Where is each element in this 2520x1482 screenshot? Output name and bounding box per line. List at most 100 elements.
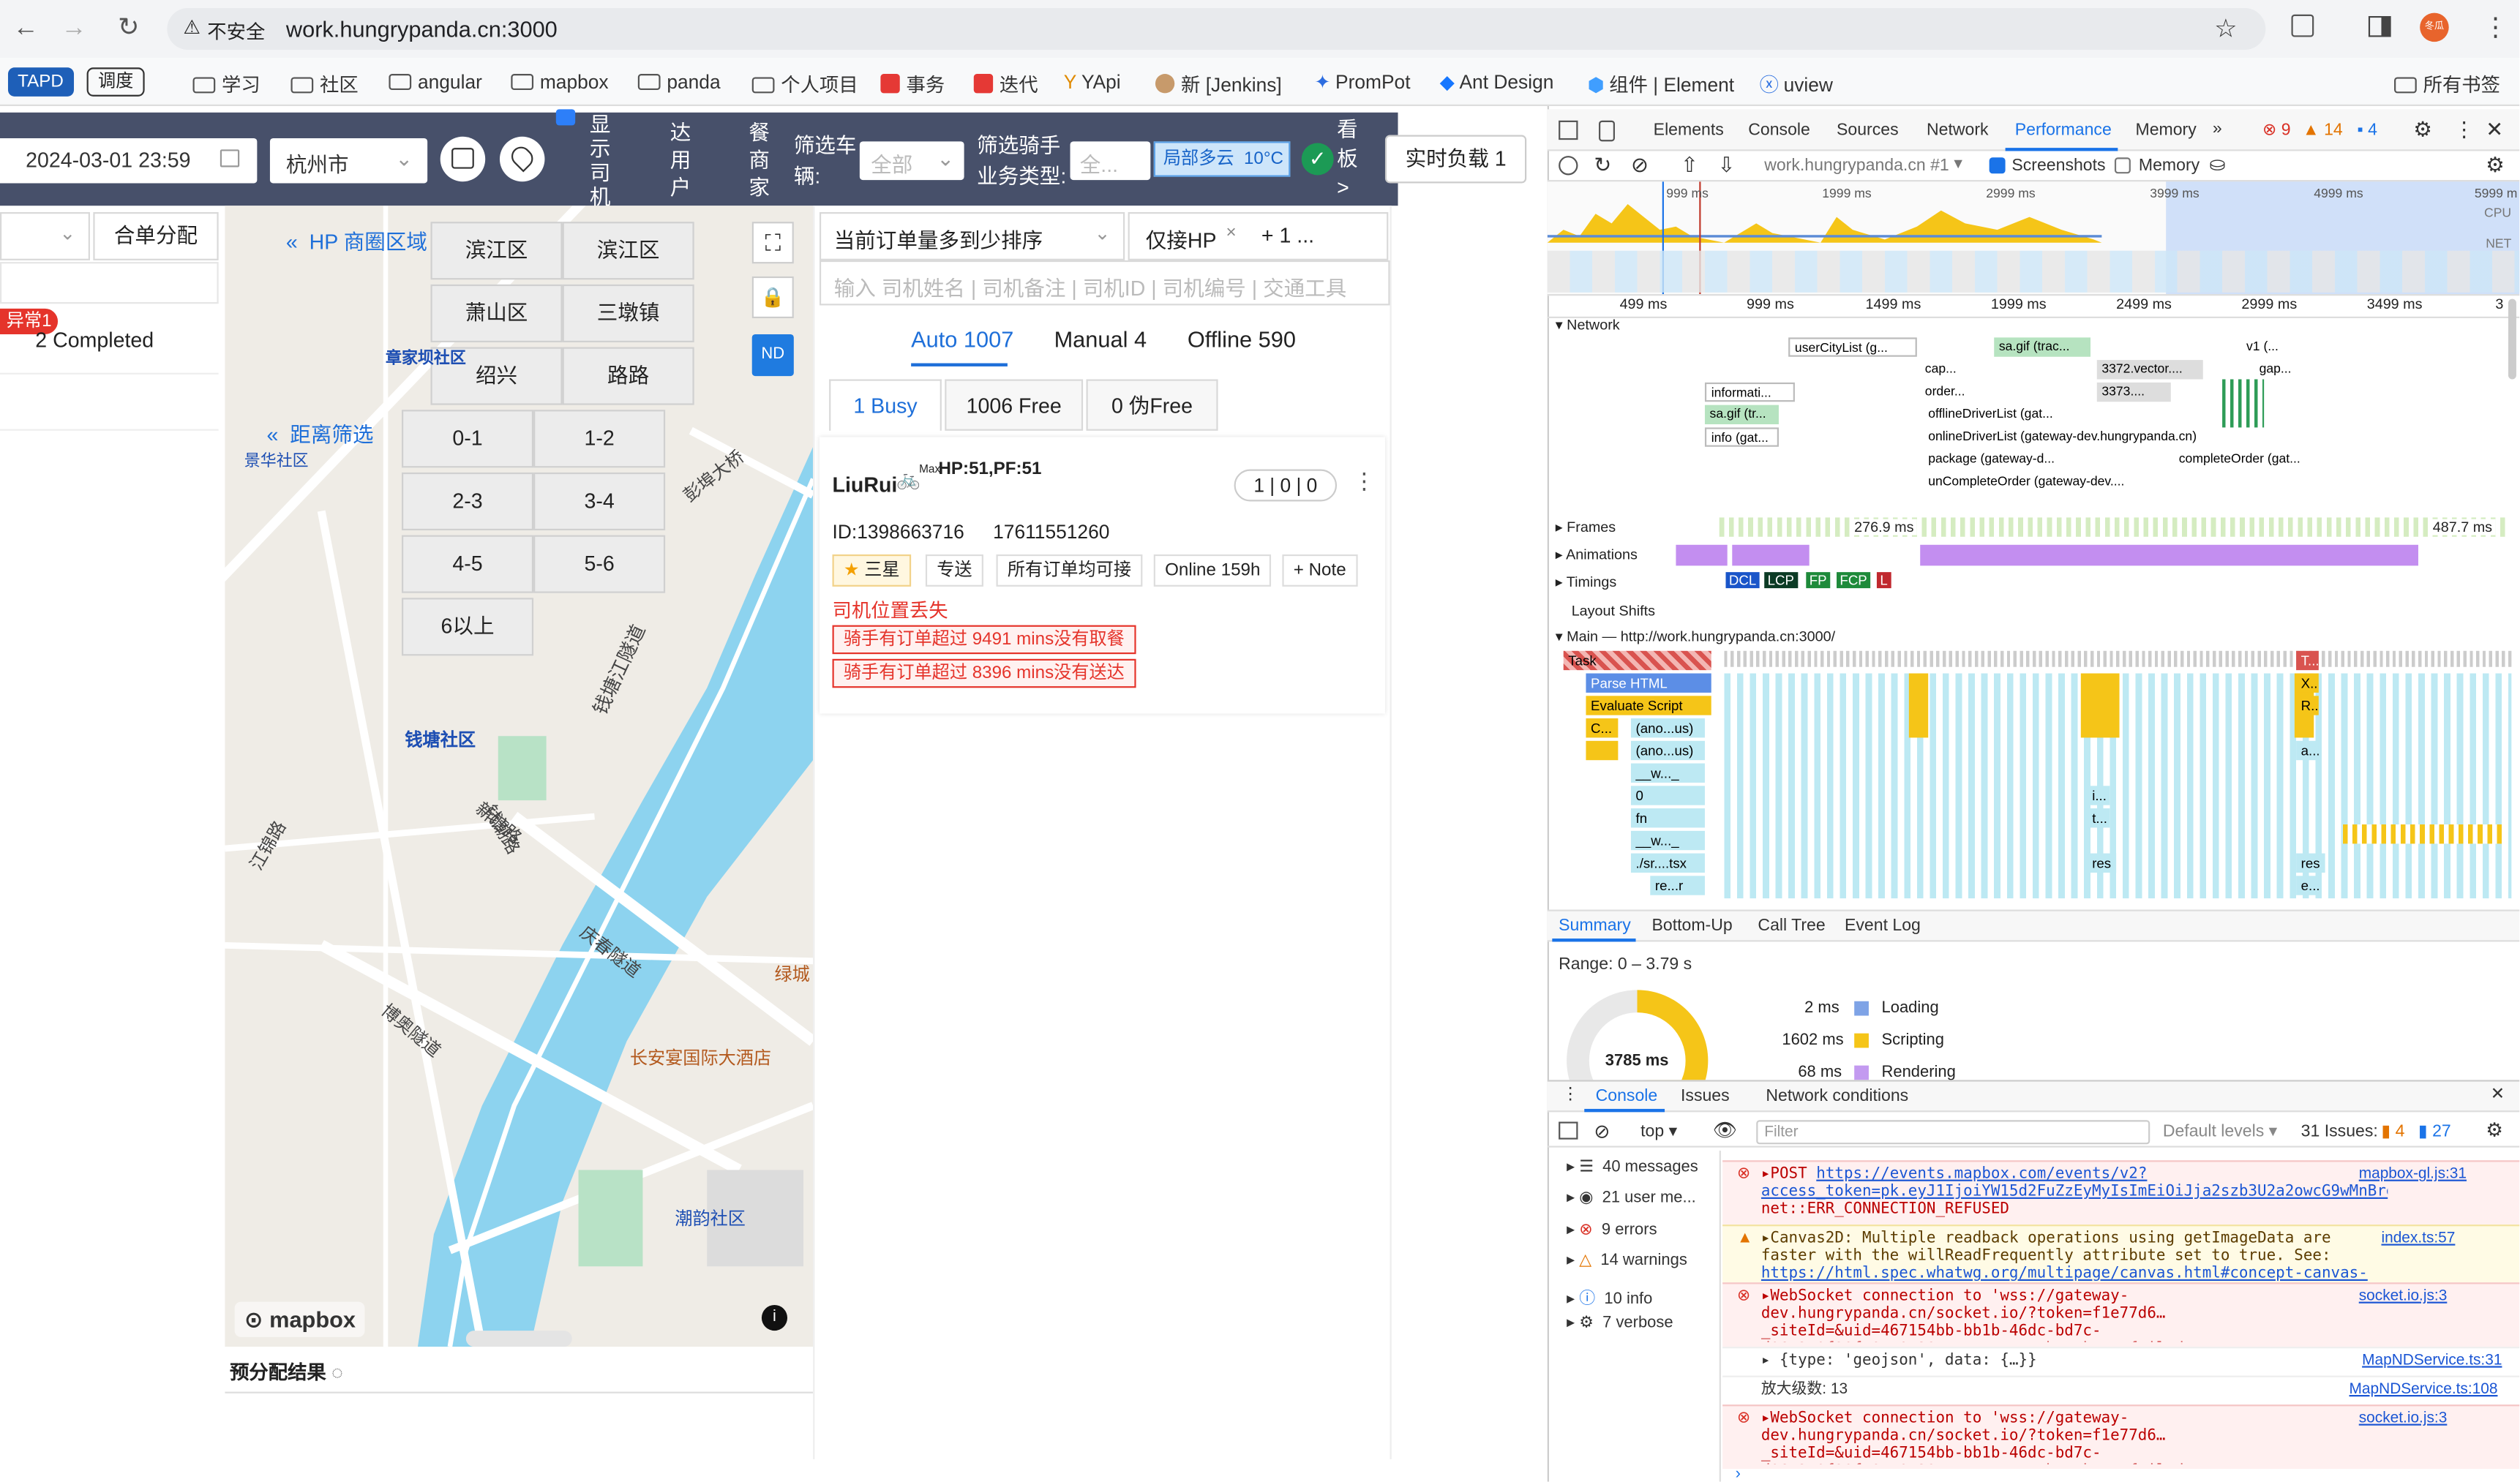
range-button[interactable]: 6以上 bbox=[402, 598, 534, 656]
console-filter-input[interactable]: Filter bbox=[1756, 1120, 2150, 1145]
city-select[interactable]: 杭州市 ⌄ bbox=[269, 138, 428, 184]
bookmark-element[interactable]: ⬢ 组件 | Element bbox=[1588, 71, 1734, 98]
eye-icon[interactable]: 👁 bbox=[1713, 1118, 1737, 1141]
info-count[interactable]: ▪ 4 bbox=[2358, 121, 2377, 140]
tab-summary[interactable]: Summary bbox=[1559, 916, 1631, 935]
bookmark-xuexi[interactable]: 学习 bbox=[192, 71, 260, 98]
flame-entry[interactable]: fn bbox=[1630, 808, 1705, 828]
bookmark-yapi[interactable]: Y YApi bbox=[1064, 71, 1121, 94]
issues-warn[interactable]: ▮ 4 bbox=[2381, 1122, 2404, 1141]
tab-bottom-up[interactable]: Bottom-Up bbox=[1651, 916, 1732, 935]
drawer-tab-console[interactable]: Console bbox=[1596, 1086, 1658, 1105]
recording-select[interactable]: work.hungrypanda.cn #1 bbox=[1764, 156, 1949, 175]
flame-entry[interactable]: T... bbox=[2296, 650, 2319, 671]
network-request[interactable]: 3373.... bbox=[2096, 382, 2171, 402]
console-settings-icon[interactable]: ⚙ bbox=[2486, 1118, 2503, 1141]
back-icon[interactable]: ← bbox=[10, 13, 42, 45]
sidebar-item-user-messages[interactable]: ▸ ◉ 21 user me... bbox=[1567, 1189, 1696, 1207]
flame-entry[interactable]: a... bbox=[2296, 740, 2319, 761]
close-drawer-icon[interactable]: ✕ bbox=[2491, 1085, 2505, 1104]
network-request[interactable]: onlineDriverList (gateway-dev.hungrypand… bbox=[1923, 427, 2261, 447]
flame-entry[interactable]: X... bbox=[2296, 673, 2319, 693]
tab-performance[interactable]: Performance bbox=[2015, 121, 2112, 140]
flame-entry[interactable]: res bbox=[2087, 853, 2117, 873]
vehicle-select[interactable]: 全部 ⌄ bbox=[859, 141, 964, 181]
subtab-free[interactable]: 1006 Free bbox=[945, 379, 1084, 431]
memory-checkbox[interactable] bbox=[2114, 157, 2131, 174]
sidebar-item-info[interactable]: ▸ ⓘ 10 info bbox=[1567, 1284, 1652, 1308]
record-icon[interactable] bbox=[1559, 156, 1578, 176]
extensions-icon[interactable] bbox=[2291, 14, 2314, 37]
range-button[interactable]: 5-6 bbox=[533, 535, 666, 593]
address-bar[interactable]: ⚠ 不安全 work.hungrypanda.cn:3000 ☆ bbox=[167, 7, 2266, 50]
datetime-picker[interactable]: 2024-03-01 23:59 bbox=[0, 138, 258, 184]
main-track-label[interactable]: ▾ Main — http://work.hungrypanda.cn:3000… bbox=[1556, 628, 1835, 646]
range-button[interactable]: 4-5 bbox=[402, 535, 534, 593]
tab-console[interactable]: Console bbox=[1748, 121, 1810, 140]
add-note-button[interactable]: + Note bbox=[1282, 554, 1358, 587]
levels-select[interactable]: Default levels ▾ bbox=[2163, 1122, 2277, 1141]
flame-entry[interactable]: 0 bbox=[1630, 786, 1705, 805]
tab-sources[interactable]: Sources bbox=[1837, 121, 1899, 140]
message-source[interactable]: mapbox-gl.js:31 bbox=[2359, 1165, 2467, 1183]
fullscreen-icon[interactable]: ⛶ bbox=[751, 222, 794, 264]
show-driver-checkbox[interactable] bbox=[555, 109, 576, 126]
sidepanel-icon[interactable] bbox=[2368, 15, 2391, 37]
subtab-fake-free[interactable]: 0 伪Free bbox=[1086, 379, 1218, 431]
network-request[interactable]: sa.gif (tr... bbox=[1704, 405, 1779, 425]
range-button[interactable]: 3-4 bbox=[533, 472, 666, 531]
district-button[interactable]: 三墩镇 bbox=[562, 284, 694, 342]
range-button[interactable]: 0-1 bbox=[402, 410, 534, 468]
subtab-busy[interactable]: 1 Busy bbox=[829, 379, 942, 431]
sidebar-item-messages[interactable]: ▸ ☰ 40 messages bbox=[1567, 1159, 1698, 1176]
tab-memory[interactable]: Memory bbox=[2135, 121, 2196, 140]
store-button[interactable] bbox=[440, 136, 486, 182]
flame-entry[interactable]: R... bbox=[2296, 696, 2319, 715]
timing-fcp[interactable]: FCP bbox=[1837, 572, 1871, 589]
timing-load[interactable]: L bbox=[1876, 572, 1891, 589]
timings-track-label[interactable]: ▸ Timings bbox=[1556, 573, 1617, 591]
download-icon[interactable]: ⇩ bbox=[1718, 153, 1736, 178]
sidebar-item-verbose[interactable]: ▸ ⚙ 7 verbose bbox=[1567, 1314, 1673, 1332]
more-icon[interactable]: ⋮ bbox=[2483, 11, 2508, 43]
bookmark-panda[interactable]: panda bbox=[637, 71, 721, 93]
sort-select[interactable]: 当前订单量多到少排序 ⌄ bbox=[819, 212, 1125, 260]
drawer-tab-issues[interactable]: Issues bbox=[1681, 1086, 1730, 1105]
screenshots-checkbox[interactable] bbox=[1989, 157, 2006, 174]
sidebar-toggle-icon[interactable] bbox=[1559, 1121, 1578, 1140]
context-select[interactable]: top ▾ bbox=[1640, 1122, 1677, 1141]
district-button[interactable]: 路路 bbox=[562, 347, 694, 405]
bookmark-tapd[interactable]: TAPD bbox=[7, 67, 73, 97]
network-request[interactable]: sa.gif (trac... bbox=[1994, 337, 2090, 357]
animations-track-label[interactable]: ▸ Animations bbox=[1556, 546, 1638, 564]
location-button[interactable] bbox=[499, 136, 545, 182]
timing-lcp[interactable]: LCP bbox=[1764, 572, 1798, 589]
bookmark-shequ[interactable]: 社区 bbox=[290, 71, 359, 98]
frames-track-label[interactable]: ▸ Frames bbox=[1556, 519, 1616, 537]
more-icon[interactable]: ⋮ bbox=[2453, 117, 2475, 143]
message-source[interactable]: MapNDService.ts:108 bbox=[2350, 1380, 2498, 1398]
bookmark-uview[interactable]: ⓧ uview bbox=[1760, 71, 1833, 98]
star-icon[interactable]: ☆ bbox=[2214, 13, 2237, 45]
network-track-label[interactable]: ▾ Network bbox=[1556, 317, 1620, 334]
message-source[interactable]: socket.io.js:3 bbox=[2359, 1410, 2448, 1427]
network-request[interactable]: unCompleteOrder (gateway-dev.... bbox=[1923, 472, 2165, 492]
message-link[interactable]: https://events.mapbox.com/events/v2?acce… bbox=[1761, 1165, 2388, 1200]
message-link[interactable]: https://html.spec.whatwg.org/multipage/c… bbox=[1761, 1265, 2368, 1281]
reload-record-icon[interactable]: ↻ bbox=[1594, 153, 1611, 178]
flame-entry[interactable]: i... bbox=[2087, 786, 2110, 805]
district-button[interactable]: 滨江区 bbox=[430, 222, 563, 280]
info-icon[interactable]: i bbox=[761, 1304, 788, 1331]
network-request[interactable]: 3372.vector.... bbox=[2096, 360, 2203, 380]
tab-offline[interactable]: Offline 590 bbox=[1188, 326, 1296, 352]
sidebar-item-warnings[interactable]: ▸ △ 14 warnings bbox=[1567, 1252, 1687, 1269]
flame-entry[interactable]: ./sr....tsx bbox=[1630, 853, 1705, 873]
flame-evaluate-script[interactable]: Evaluate Script bbox=[1586, 696, 1711, 715]
error-count[interactable]: ⊗ 9 bbox=[2262, 121, 2291, 140]
inspect-icon[interactable] bbox=[1559, 120, 1578, 140]
console-prompt-icon[interactable]: › bbox=[1736, 1466, 1741, 1482]
bookmark-shiwu[interactable]: 事务 bbox=[880, 71, 945, 98]
reload-icon[interactable]: ↻ bbox=[113, 13, 145, 45]
drawer-tab-network-conditions[interactable]: Network conditions bbox=[1766, 1086, 1908, 1105]
bookmark-geren[interactable]: 个人项目 bbox=[751, 71, 858, 98]
